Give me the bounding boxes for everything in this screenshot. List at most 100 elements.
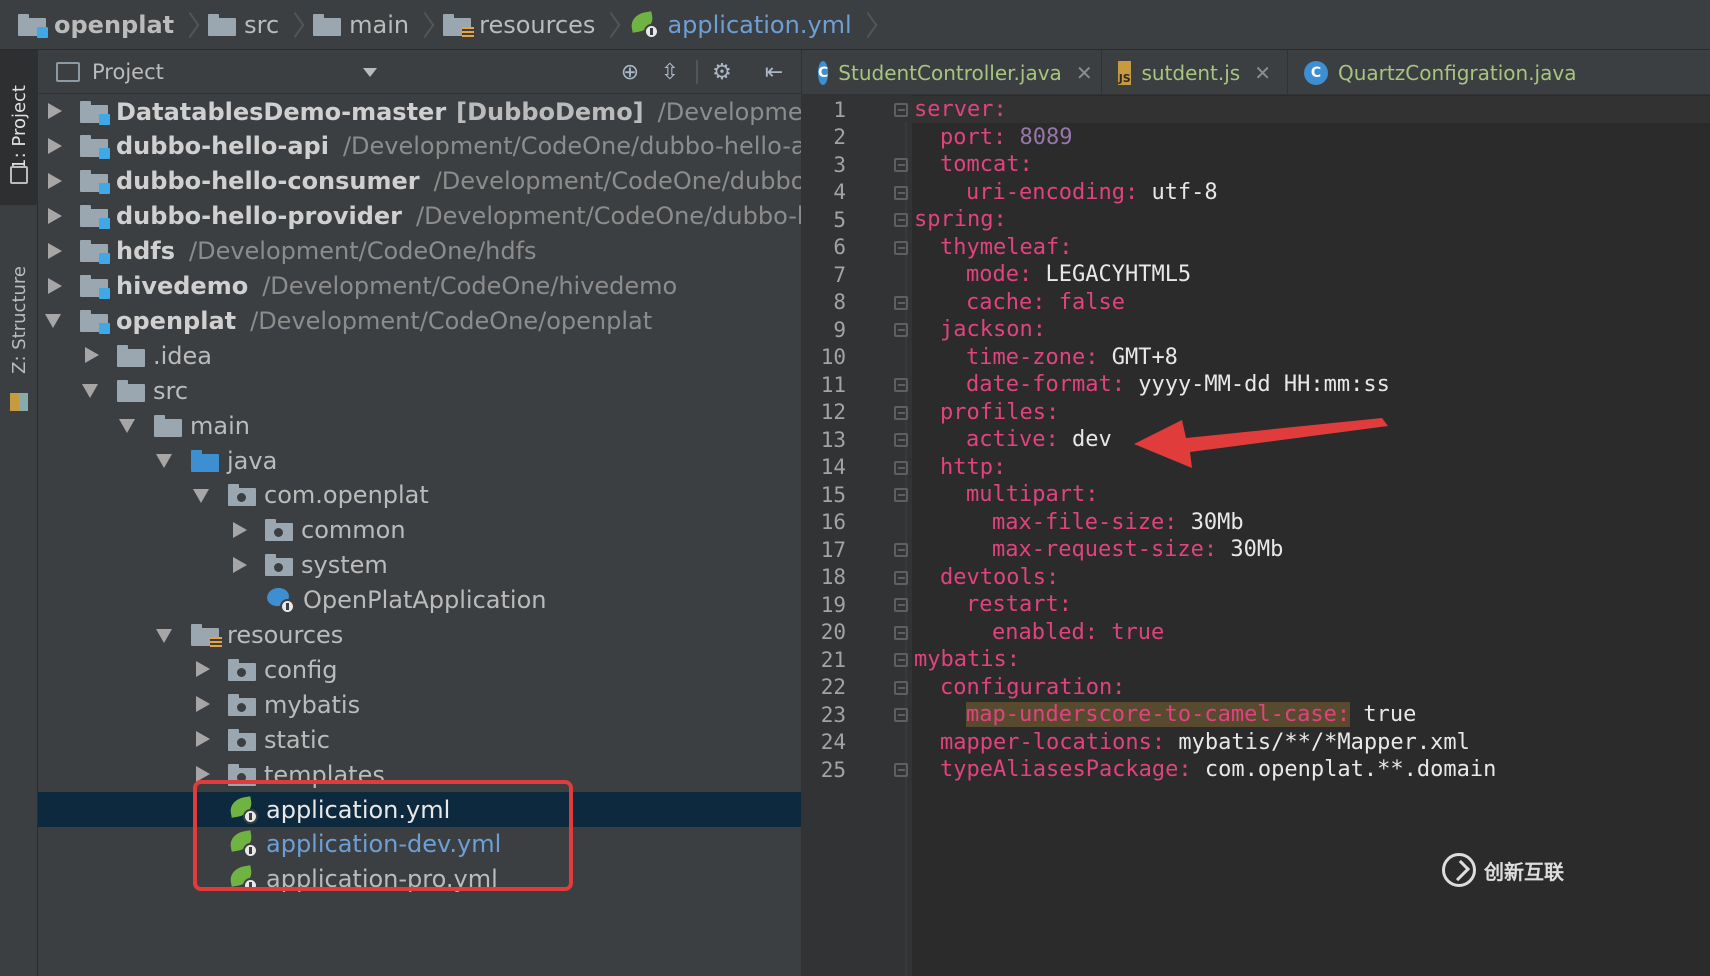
close-icon[interactable]: ✕ — [1076, 61, 1093, 85]
tree-row[interactable]: openplat/Development/CodeOne/openplat — [38, 303, 801, 338]
expand-down-icon[interactable] — [155, 443, 175, 478]
tree-row[interactable]: OpenPlatApplication — [38, 583, 801, 618]
tree-item-label: OpenPlatApplication — [303, 586, 547, 615]
tree-item-label: config — [264, 655, 338, 684]
expand-down-icon[interactable] — [192, 478, 212, 513]
fold-marker-icon[interactable] — [894, 158, 908, 172]
scroll-from-source-icon[interactable]: ⊕ — [616, 58, 644, 86]
tree-row[interactable]: application-dev.yml — [38, 827, 801, 862]
code-line: 21 mybatis: — [802, 646, 1710, 674]
fold-marker-icon[interactable] — [894, 460, 908, 475]
fold-marker-icon[interactable] — [894, 543, 908, 557]
fold-marker-icon[interactable] — [894, 103, 908, 117]
code-line: 8 cache: false — [802, 289, 1710, 317]
tree-row[interactable]: DatatablesDemo-master [DubboDemo] /Develop… — [38, 94, 801, 129]
tab-sutdent-js[interactable]: JS sutdent.js ✕ — [1102, 50, 1288, 95]
fold-marker-icon[interactable] — [894, 213, 908, 227]
expand-right-icon[interactable] — [81, 338, 101, 373]
expand-down-icon[interactable] — [81, 373, 101, 408]
module-folder-icon — [80, 240, 110, 265]
fold-marker-icon[interactable] — [894, 405, 908, 420]
fold-marker-icon[interactable] — [894, 680, 908, 695]
expand-right-icon[interactable] — [44, 129, 64, 164]
breadcrumb-item-src[interactable]: src — [208, 0, 279, 50]
tool-tab-structure[interactable]: Z: Structure — [0, 220, 38, 420]
fold-marker-icon[interactable] — [894, 240, 908, 255]
tree-row[interactable]: common — [38, 513, 801, 548]
expand-right-icon[interactable] — [44, 234, 64, 269]
expand-right-icon[interactable] — [229, 513, 249, 548]
tree-row[interactable]: config — [38, 652, 801, 687]
hide-panel-icon[interactable]: ⇤ — [760, 58, 788, 86]
tree-row[interactable]: main — [38, 408, 801, 443]
fold-marker-icon[interactable] — [894, 598, 908, 612]
expand-down-icon[interactable] — [44, 303, 64, 338]
tree-row[interactable]: hivedemo/Development/CodeOne/hivedemo — [38, 269, 801, 304]
tree-row[interactable]: templates — [38, 757, 801, 792]
tree-row[interactable]: dubbo-hello-consumer/Development/CodeOne… — [38, 164, 801, 199]
expand-down-icon[interactable] — [155, 618, 175, 653]
line-number: 8 — [833, 290, 846, 315]
tree-row[interactable]: dubbo-hello-api/Development/CodeOne/dubb… — [38, 129, 801, 164]
expand-right-icon[interactable] — [44, 164, 64, 199]
tree-row[interactable]: application.yml — [38, 792, 801, 827]
expand-right-icon[interactable] — [44, 269, 64, 304]
expand-down-icon[interactable] — [118, 408, 138, 443]
code-text: typeAliasesPackage: com.openplat.**.doma… — [940, 757, 1496, 782]
code-line: 24 mapper-locations: mybatis/**/*Mapper.x… — [802, 729, 1710, 757]
code-editor[interactable]: 1 server: 2 port: 8089 3 tomcat: 4 uri-encoding… — [802, 95, 1710, 976]
tree-row[interactable]: com.openplat — [38, 478, 801, 513]
tree-row[interactable]: .idea — [38, 338, 801, 373]
fold-marker-icon[interactable] — [894, 653, 908, 667]
gear-icon[interactable]: ⚙ — [708, 58, 736, 86]
fold-marker-icon[interactable] — [894, 433, 908, 447]
line-number: 25 — [820, 757, 846, 782]
tree-row[interactable]: dubbo-hello-provider/Development/CodeOne… — [38, 199, 801, 234]
expand-right-icon[interactable] — [229, 548, 249, 583]
fold-marker-icon[interactable] — [894, 185, 908, 200]
project-panel-title[interactable]: Project — [92, 60, 164, 84]
fold-marker-icon[interactable] — [894, 708, 908, 722]
tree-row[interactable]: static — [38, 722, 801, 757]
structure-icon — [10, 393, 28, 411]
fold-marker-icon[interactable] — [894, 323, 908, 337]
fold-marker-icon[interactable] — [894, 570, 908, 585]
tree-row[interactable]: java — [38, 443, 801, 478]
breadcrumb-item-application-yml[interactable]: application.yml — [629, 0, 852, 50]
tab-quartz-configration[interactable]: C QuartzConfigration.java — [1288, 50, 1710, 95]
fold-marker-icon[interactable] — [894, 625, 908, 640]
tree-item-path: /Development/CodeOne/hivedemo — [262, 272, 678, 300]
breadcrumb-item-main[interactable]: main — [313, 0, 409, 50]
tree-row[interactable]: src — [38, 373, 801, 408]
expand-right-icon[interactable] — [44, 94, 64, 129]
project-panel: Project ⊕ ⇳ ⚙ ⇤ DatatablesDemo-master [Du… — [38, 50, 801, 976]
spring-config-icon — [629, 10, 660, 39]
tree-row[interactable]: mybatis — [38, 687, 801, 722]
tree-row[interactable]: application-pro.yml — [38, 862, 801, 897]
tree-row[interactable]: resources — [38, 618, 801, 653]
line-number: 1 — [833, 97, 846, 122]
tree-item-label: dubbo-hello-provider — [116, 202, 403, 231]
fold-marker-icon[interactable] — [894, 763, 908, 777]
expand-right-icon[interactable] — [192, 722, 212, 757]
line-number: 7 — [833, 262, 846, 287]
fold-marker-icon[interactable] — [894, 378, 908, 392]
expand-right-icon[interactable] — [192, 687, 212, 722]
tree-row[interactable]: hdfs/Development/CodeOne/hdfs — [38, 234, 801, 269]
expand-right-icon[interactable] — [192, 652, 212, 687]
expand-right-icon[interactable] — [192, 757, 212, 792]
breadcrumb-item-resources[interactable]: resources — [443, 0, 595, 50]
yaml-key: http: — [940, 454, 1007, 480]
yaml-key: spring: — [914, 207, 1007, 233]
code-text: time-zone: GMT+8 — [966, 345, 1178, 370]
breadcrumb-item-openplat[interactable]: openplat — [18, 0, 174, 50]
tree-row[interactable]: system — [38, 548, 801, 583]
code-text: cache: false — [966, 290, 1125, 315]
fold-marker-icon[interactable] — [894, 488, 908, 502]
close-icon[interactable]: ✕ — [1254, 61, 1271, 85]
expand-right-icon[interactable] — [44, 199, 64, 234]
fold-marker-icon[interactable] — [894, 295, 908, 310]
collapse-all-icon[interactable]: ⇳ — [656, 58, 684, 86]
tab-student-controller[interactable]: C StudentController.java ✕ — [802, 50, 1102, 95]
chevron-down-icon[interactable] — [363, 68, 377, 77]
